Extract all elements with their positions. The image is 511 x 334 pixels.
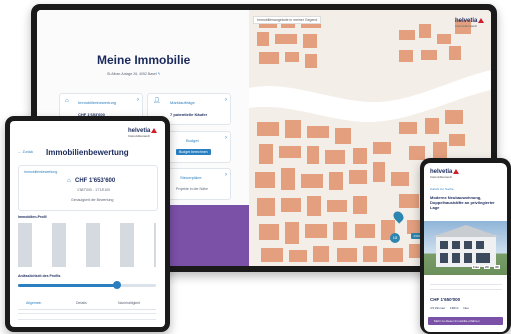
tag-3d[interactable]: 3D [494, 265, 500, 269]
pin-15-label: 15 [390, 233, 400, 243]
tab-bar: Allgemein Details Nachhaltigkeit [18, 299, 156, 310]
edit-icon[interactable]: ✎ [158, 72, 161, 76]
spec-rooms: 4.5 Zimmer [430, 306, 446, 310]
section-label: Immobilienbewertung [24, 170, 58, 174]
brand-sub: Immobilienwelt [430, 175, 452, 179]
valuation-range: 1'587'000 - 1'718'100 [77, 188, 111, 192]
back-link[interactable]: ← Zurück [18, 150, 33, 154]
budget-button[interactable]: Budget berechnen [176, 149, 211, 155]
spec-state: Neu [463, 306, 469, 310]
listing-title: Moderne Neubauwohnung, Doppelhaushälfte … [430, 195, 495, 210]
brand-logo-icon [151, 128, 158, 133]
page-title: Meine Immobilie [97, 53, 191, 67]
phone-screen: helvetia Immobilienwelt Zurück zur Suche… [424, 163, 507, 332]
valuation-panel: Immobilienbewertung ⌂ CHF 1'653'600 1'58… [18, 165, 158, 211]
phone-back-link[interactable]: Zurück zur Suche [430, 187, 454, 191]
slider-handle[interactable] [113, 281, 122, 289]
spec-area: 138m² [450, 306, 459, 310]
tag-foto[interactable]: Foto [472, 265, 481, 269]
tablet-brand: helvetia Immobilienwelt [128, 128, 158, 138]
tax-value: Projekte in der Nähe [176, 187, 208, 191]
brand-logo-icon [453, 169, 460, 174]
valuation-price: CHF 1'653'600 [75, 178, 116, 184]
tablet-device: helvetia Immobilienwelt ← Zurück Immobil… [5, 116, 170, 332]
listing-photo[interactable]: Foto 2D 3D [424, 221, 507, 275]
tab-nachhaltigkeit[interactable]: Nachhaltigkeit [118, 301, 140, 305]
house-icon: ⌂ [65, 98, 69, 104]
map-search-field[interactable]: Immobilienangebote in meiner Gegend [253, 16, 322, 24]
back-text: Zurück [22, 150, 34, 154]
accuracy-note: Genauigkeit der Bewertung [71, 198, 114, 202]
profile-grid [18, 223, 156, 267]
cta-label: Mehr zu dieser Immobilie erfahren [434, 319, 480, 323]
chevron-right-icon: › [137, 97, 139, 103]
valuation-label: Immobilienbewertung [78, 100, 117, 105]
tablet-screen: helvetia Immobilienwelt ← Zurück Immobil… [10, 121, 165, 327]
address-text: St.Alban-Anlage 26, 4052 Basel [107, 72, 157, 76]
listing-specs: 4.5 Zimmer 138m² Neu [430, 306, 469, 310]
price-icon: ⌂ [67, 178, 71, 184]
person-icon: 👤︎ [153, 98, 161, 104]
listing-details [430, 280, 502, 294]
slider-track[interactable] [18, 284, 156, 287]
listing-price: CHF 1'650'000 [430, 297, 461, 302]
chevron-right-icon: › [225, 97, 227, 103]
phone-brand: helvetia Immobilienwelt [430, 169, 460, 179]
profile-title: Immobilien-Profil [18, 215, 47, 219]
market-value: 7 potentielle Käufer [170, 112, 208, 117]
slider-section: Anlässlichkeit des Profils [18, 274, 156, 294]
chevron-right-icon: › [225, 172, 227, 178]
desktop-brand: helvetia Immobilienwelt [455, 18, 485, 28]
brand-sub: Immobilienwelt [128, 134, 150, 138]
tab-allgemein[interactable]: Allgemein [26, 301, 41, 305]
profile-section: Immobilien-Profil [18, 215, 156, 271]
brand-sub: Immobilienwelt [455, 24, 477, 28]
tax-label: Steuerpläne [180, 175, 202, 180]
slider-fill [18, 284, 118, 287]
tab-details[interactable]: Details [76, 301, 87, 305]
tab-content [18, 313, 156, 325]
market-label: Marktaufträge [170, 100, 195, 105]
brand-logo-icon [478, 18, 485, 23]
phone-device: helvetia Immobilienwelt Zurück zur Suche… [420, 158, 511, 334]
chevron-right-icon: › [225, 135, 227, 141]
budget-label: Budget [186, 138, 199, 143]
tablet-title: Immobilienbewertung [46, 148, 129, 157]
tag-2d[interactable]: 2D [484, 265, 490, 269]
cta-button[interactable]: Mehr zu dieser Immobilie erfahren [428, 317, 503, 325]
address-line: St.Alban-Anlage 26, 4052 Basel ✎ [107, 72, 161, 76]
slider-title: Anlässlichkeit des Profils [18, 274, 61, 278]
